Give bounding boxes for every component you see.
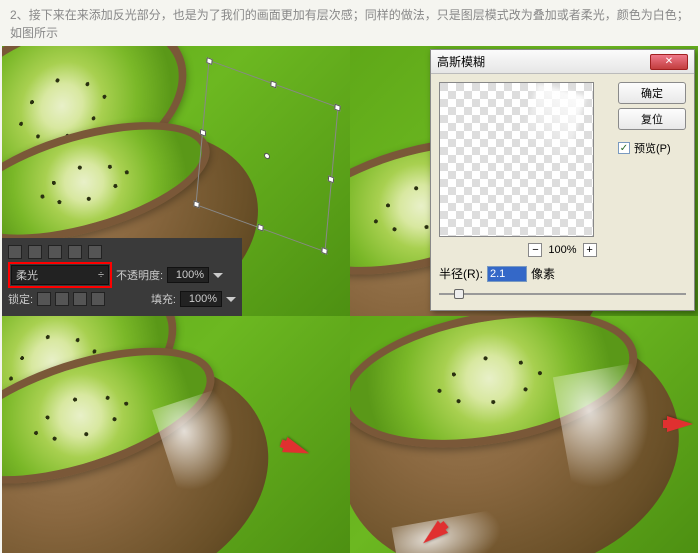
- blend-mode-highlight: 柔光 ÷: [8, 262, 112, 288]
- dialog-titlebar[interactable]: 高斯模糊 ✕: [431, 50, 694, 74]
- panel-bottom-right: [350, 316, 698, 553]
- dialog-title: 高斯模糊: [437, 53, 485, 70]
- lock-label: 锁定:: [8, 291, 33, 307]
- layer-icons-row: [8, 245, 236, 259]
- ok-label: 确定: [641, 88, 663, 100]
- preview-checkbox-label: 预览(P): [634, 140, 671, 156]
- opacity-input[interactable]: 100%: [167, 267, 209, 283]
- opacity-value: 100%: [176, 269, 204, 281]
- chevron-down-icon[interactable]: [226, 297, 236, 302]
- kiwi-seeds: [7, 138, 162, 227]
- kiwi-half: [350, 316, 698, 553]
- radius-input[interactable]: [487, 266, 527, 282]
- layer-misc-icon[interactable]: [68, 245, 82, 259]
- red-arrow-annotation: [282, 437, 312, 461]
- step-body: 接下来在来添加反光部分，也是为了我们的画面更加有层次感；同样的做法，只是图层模式…: [10, 8, 689, 40]
- ok-button[interactable]: 确定: [618, 82, 686, 104]
- blend-mode-value: 柔光: [16, 267, 38, 283]
- lock-brush-icon[interactable]: [55, 292, 69, 306]
- step-number: 2、: [10, 8, 29, 22]
- lock-transparency-icon[interactable]: [37, 292, 51, 306]
- preview-checkbox[interactable]: ✓: [618, 142, 630, 154]
- image-grid: 柔光 ÷ 不透明度: 100% 锁定: 填充: 100%: [2, 46, 698, 553]
- zoom-value: 100%: [548, 244, 576, 256]
- highlight-shine: [392, 507, 521, 553]
- radius-unit: 像素: [531, 265, 555, 282]
- panel-bottom-left: [2, 316, 350, 553]
- panel-top-left: 柔光 ÷ 不透明度: 100% 锁定: 填充: 100%: [2, 46, 350, 316]
- chevron-down-icon[interactable]: [213, 273, 223, 278]
- lock-all-icon[interactable]: [91, 292, 105, 306]
- layer-misc-icon[interactable]: [88, 245, 102, 259]
- panel-top-right: 高斯模糊 ✕ − 100% + 半径(R): 像素: [350, 46, 698, 316]
- blend-mode-select[interactable]: 柔光 ÷: [11, 265, 109, 285]
- close-button[interactable]: ✕: [650, 54, 688, 70]
- layers-panel: 柔光 ÷ 不透明度: 100% 锁定: 填充: 100%: [2, 238, 242, 316]
- zoom-in-button[interactable]: +: [583, 243, 597, 257]
- radius-label: 半径(R):: [439, 265, 483, 282]
- instruction-text: 2、接下来在来添加反光部分，也是为了我们的画面更加有层次感；同样的做法，只是图层…: [0, 0, 700, 46]
- red-arrow-annotation: [667, 416, 693, 432]
- layer-thumb-icon[interactable]: [28, 245, 42, 259]
- gaussian-blur-dialog: 高斯模糊 ✕ − 100% + 半径(R): 像素: [430, 49, 695, 311]
- cancel-label: 复位: [641, 114, 663, 126]
- fill-value: 100%: [189, 293, 217, 305]
- cancel-button[interactable]: 复位: [618, 108, 686, 130]
- opacity-label: 不透明度:: [116, 267, 163, 283]
- slider-thumb[interactable]: [454, 289, 464, 299]
- layer-visibility-icon[interactable]: [8, 245, 22, 259]
- preview-area[interactable]: [439, 82, 594, 237]
- highlight-shine: [553, 360, 674, 505]
- preview-checkbox-row[interactable]: ✓ 预览(P): [618, 140, 686, 156]
- kiwi-seeds: [2, 364, 164, 467]
- fill-label: 填充:: [151, 291, 176, 307]
- fill-input[interactable]: 100%: [180, 291, 222, 307]
- zoom-out-button[interactable]: −: [528, 243, 542, 257]
- lock-move-icon[interactable]: [73, 292, 87, 306]
- layer-misc-icon[interactable]: [48, 245, 62, 259]
- kiwi-seeds: [399, 330, 579, 427]
- radius-slider[interactable]: [439, 286, 686, 302]
- preview-light-streak: [514, 83, 586, 183]
